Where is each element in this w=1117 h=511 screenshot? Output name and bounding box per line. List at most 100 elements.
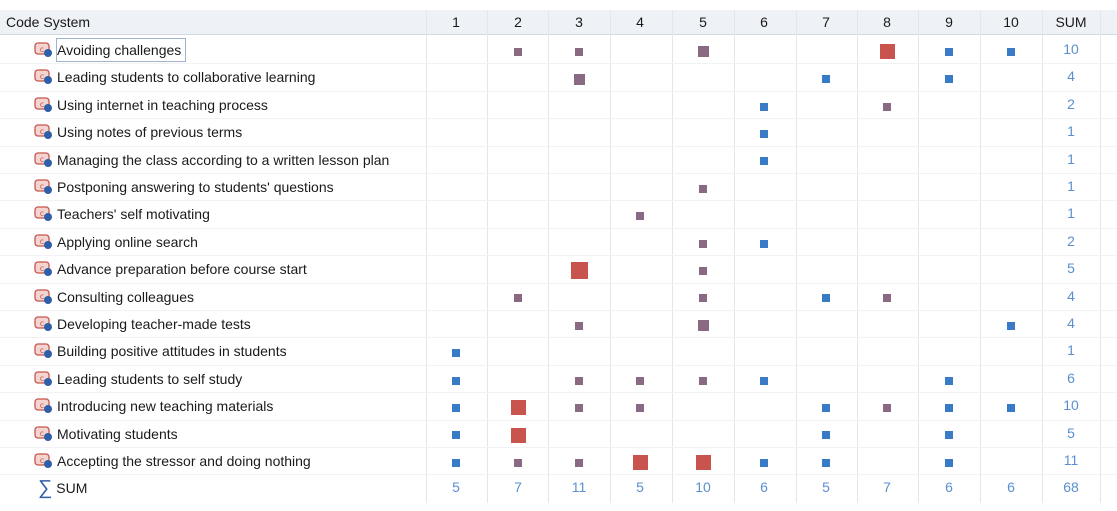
frequency-square-small[interactable] — [883, 102, 891, 111]
frequency-square-small[interactable] — [699, 239, 707, 248]
frequency-square-small[interactable] — [822, 458, 830, 467]
frequency-square-large[interactable] — [510, 427, 526, 443]
header-col-2[interactable]: 2 — [488, 10, 548, 34]
svg-text:c: c — [40, 429, 44, 438]
frequency-square-small[interactable] — [1007, 47, 1015, 56]
frequency-square-small[interactable] — [760, 102, 768, 111]
frequency-square-small[interactable] — [452, 349, 460, 358]
frequency-square-small[interactable] — [945, 458, 953, 467]
frequency-square-small[interactable] — [883, 294, 891, 303]
frequency-square-small[interactable] — [514, 47, 522, 56]
code-row[interactable]: c Teachers' self motivating — [34, 202, 214, 226]
svg-text:c: c — [40, 319, 44, 328]
code-row[interactable]: c Introducing new teaching materials — [34, 394, 277, 418]
header-col-3[interactable]: 3 — [549, 10, 609, 34]
frequency-square-small[interactable] — [575, 403, 583, 412]
grid-row-line — [0, 447, 1117, 448]
frequency-square-medium[interactable] — [573, 73, 585, 85]
frequency-square-small[interactable] — [699, 266, 707, 275]
frequency-square-small[interactable] — [575, 47, 583, 56]
code-row[interactable]: c Postponing answering to students' quest… — [34, 175, 338, 199]
grid-row-line — [0, 337, 1117, 339]
frequency-square-small[interactable] — [822, 431, 830, 440]
svg-text:c: c — [40, 264, 44, 273]
code-row[interactable]: c Leading students to self study — [34, 367, 246, 391]
code-row[interactable]: c Avoiding challenges — [34, 38, 187, 62]
frequency-square-small[interactable] — [699, 184, 707, 193]
header-code-system[interactable]: Code System — [6, 10, 90, 34]
svg-text:c: c — [40, 45, 44, 54]
sum-row-label: ∑ SUM — [38, 476, 87, 500]
code-icon: c — [34, 151, 52, 167]
frequency-square-small[interactable] — [760, 458, 768, 467]
column-sum: 10 — [695, 479, 711, 496]
frequency-square-small[interactable] — [760, 157, 768, 166]
code-row[interactable]: c Building positive attitudes in students — [34, 339, 291, 363]
frequency-square-small[interactable] — [760, 376, 768, 385]
code-row[interactable]: c Managing the class according to a writt… — [34, 148, 393, 172]
header-col-4[interactable]: 4 — [610, 10, 670, 34]
frequency-square-small[interactable] — [822, 403, 830, 412]
column-sum: 7 — [883, 479, 891, 496]
header-col-sum[interactable]: SUM — [1043, 10, 1099, 34]
code-row[interactable]: c Leading students to collaborative learn… — [34, 65, 319, 89]
code-row[interactable]: c Consulting colleagues — [34, 285, 198, 309]
frequency-square-small[interactable] — [822, 75, 830, 84]
frequency-square-small[interactable] — [945, 403, 953, 412]
code-row[interactable]: c Developing teacher-made tests — [34, 312, 255, 336]
frequency-square-small[interactable] — [945, 75, 953, 84]
frequency-square-small[interactable] — [636, 403, 644, 412]
code-name: Using notes of previous terms — [57, 124, 243, 141]
code-row[interactable]: c Applying online search — [34, 230, 202, 254]
frequency-square-small[interactable] — [699, 294, 707, 303]
frequency-square-small[interactable] — [636, 212, 644, 221]
code-name: Developing teacher-made tests — [57, 316, 251, 332]
frequency-square-small[interactable] — [452, 403, 460, 412]
frequency-square-small[interactable] — [699, 376, 707, 385]
frequency-square-large[interactable] — [510, 400, 526, 416]
frequency-square-small[interactable] — [1007, 403, 1015, 412]
frequency-square-small[interactable] — [575, 458, 583, 467]
frequency-square-small[interactable] — [945, 431, 953, 440]
header-col-10[interactable]: 10 — [981, 10, 1041, 34]
frequency-square-small[interactable] — [514, 294, 522, 303]
row-sum: 4 — [1067, 68, 1075, 85]
frequency-square-small[interactable] — [822, 294, 830, 303]
grid-row-line — [0, 364, 1117, 366]
frequency-square-medium[interactable] — [697, 320, 709, 332]
frequency-square-small[interactable] — [575, 321, 583, 330]
frequency-square-small[interactable] — [636, 376, 644, 385]
frequency-square-small[interactable] — [452, 431, 460, 440]
header-col-6[interactable]: 6 — [734, 10, 794, 34]
frequency-square-small[interactable] — [760, 239, 768, 248]
frequency-square-small[interactable] — [883, 403, 891, 412]
grid-row-line — [0, 63, 1117, 65]
frequency-square-small[interactable] — [945, 47, 953, 56]
frequency-square-small[interactable] — [452, 376, 460, 385]
frequency-square-small[interactable] — [575, 376, 583, 385]
code-row[interactable]: c Motivating students — [34, 422, 182, 446]
frequency-square-small[interactable] — [760, 129, 768, 138]
header-col-1[interactable]: 1 — [426, 10, 486, 34]
code-row[interactable]: c Using notes of previous terms — [34, 120, 246, 144]
frequency-square-large[interactable] — [695, 455, 711, 471]
header-col-9[interactable]: 9 — [919, 10, 979, 34]
code-icon: c — [34, 288, 52, 304]
frequency-square-large[interactable] — [879, 44, 895, 60]
code-row[interactable]: c Using internet in teaching process — [34, 93, 272, 117]
code-row[interactable]: c Accepting the stressor and doing nothin… — [34, 449, 315, 473]
header-col-5[interactable]: 5 — [673, 10, 733, 34]
frequency-square-small[interactable] — [1007, 321, 1015, 330]
frequency-square-small[interactable] — [945, 376, 953, 385]
header-col-8[interactable]: 8 — [857, 10, 917, 34]
code-row[interactable]: c Advance preparation before course start — [34, 257, 311, 281]
frequency-square-small[interactable] — [452, 458, 460, 467]
row-sum: 4 — [1067, 315, 1075, 331]
grid-row-line — [0, 310, 1117, 311]
header-col-7[interactable]: 7 — [796, 10, 856, 34]
code-icon: c — [34, 69, 52, 85]
frequency-square-medium[interactable] — [697, 46, 709, 58]
frequency-square-small[interactable] — [514, 458, 522, 467]
frequency-square-large[interactable] — [632, 455, 648, 471]
frequency-square-xlarge[interactable] — [570, 262, 588, 280]
